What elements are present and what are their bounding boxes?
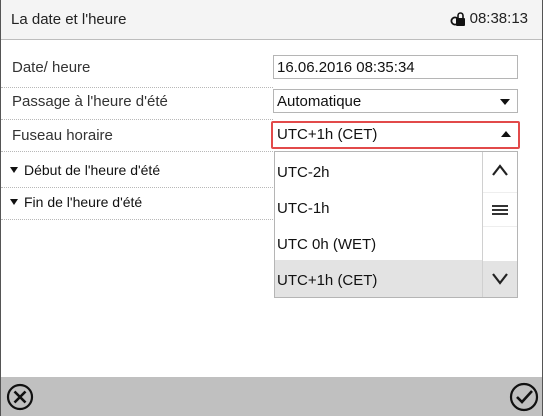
confirm-button[interactable] [507,380,541,414]
timezone-option[interactable]: UTC 0h (WET) [275,224,483,261]
scroll-thumb[interactable] [483,192,517,227]
timezone-option[interactable]: UTC-2h [275,152,483,189]
clock: 08:38:13 [450,10,528,27]
dst-start-label: Début de l'heure d'été [24,162,161,178]
divider [1,119,273,120]
date-time-label: Date/ heure [12,59,91,76]
dst-mode-dropdown[interactable]: Automatique [273,89,518,113]
divider [1,151,273,152]
chevron-down-icon [500,99,510,105]
timezone-option-selected[interactable]: UTC+1h (CET) [275,260,483,297]
title-bar: La date et l'heure 08:38:13 [1,0,542,40]
clock-time: 08:38:13 [469,10,528,27]
lock-icon [450,11,465,26]
dst-end-expander[interactable]: Fin de l'heure d'été [10,194,142,210]
scroll-up-button[interactable] [483,152,517,188]
scroll-down-button[interactable] [483,261,517,297]
drag-handle-icon [492,204,508,215]
chevron-up-icon [492,164,508,176]
divider [1,87,273,88]
dst-mode-label: Passage à l'heure d'été [12,93,168,110]
expand-triangle-icon [10,199,18,205]
chevron-up-icon [501,131,511,137]
screen: La date et l'heure 08:38:13 Date/ heure … [0,0,543,416]
timezone-dropdown[interactable]: UTC+1h (CET) [271,121,520,149]
page-title: La date et l'heure [11,11,127,28]
divider [1,187,273,188]
chevron-down-icon [492,273,508,285]
dst-mode-value: Automatique [277,93,362,110]
timezone-value: UTC+1h (CET) [277,126,378,143]
confirm-check-icon [509,382,539,412]
scrollbar[interactable] [482,152,517,297]
dst-start-expander[interactable]: Début de l'heure d'été [10,162,160,178]
dst-end-label: Fin de l'heure d'été [24,194,143,210]
cancel-button[interactable] [3,380,37,414]
timezone-option[interactable]: UTC-1h [275,188,483,225]
divider [1,219,273,220]
timezone-label: Fuseau horaire [12,127,113,144]
cancel-circle-icon [6,383,34,411]
footer-bar [1,377,542,416]
timezone-options-list: UTC-2h UTC-1h UTC 0h (WET) UTC+1h (CET) [274,151,518,298]
date-time-field[interactable]: 16.06.2016 08:35:34 [273,55,518,79]
expand-triangle-icon [10,167,18,173]
